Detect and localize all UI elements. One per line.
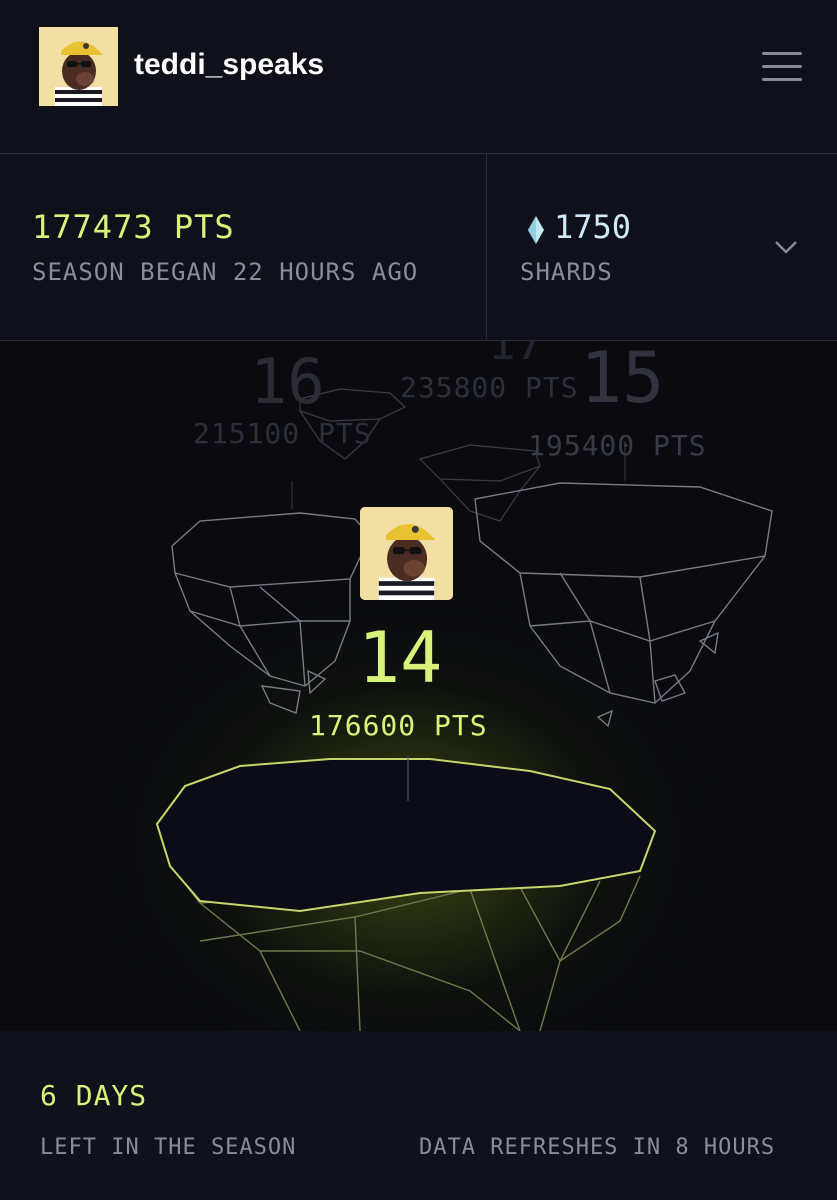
total-points: 177473 PTS <box>32 208 235 246</box>
chevron-down-icon[interactable] <box>772 236 800 258</box>
data-refresh-label: DATA REFRESHES IN 8 HOURS <box>419 1135 776 1160</box>
rank-17-points: 235800 PTS <box>400 371 579 404</box>
rank-15-points: 195400 PTS <box>528 429 707 462</box>
hamburger-menu-icon[interactable] <box>760 50 804 84</box>
days-left: 6 DAYS <box>40 1079 148 1112</box>
shards-label: SHARDS <box>520 258 613 286</box>
header-bar: teddi_speaks <box>0 0 837 154</box>
bear-avatar[interactable] <box>39 27 118 106</box>
rank-15: 15 <box>580 341 665 419</box>
rank-16: 16 <box>250 345 325 418</box>
stats-panel: 177473 PTS SEASON BEGAN 22 HOURS AGO 175… <box>0 154 837 341</box>
stats-divider <box>486 154 487 340</box>
leaderboard-scene: 17 235800 PTS 16 215100 PTS 15 195400 PT… <box>0 341 837 1031</box>
rank-16-points: 215100 PTS <box>193 417 372 450</box>
left-in-season-label: LEFT IN THE SEASON <box>40 1135 297 1160</box>
current-rank: 14 <box>358 617 443 699</box>
season-began-label: SEASON BEGAN 22 HOURS AGO <box>32 258 419 286</box>
username: teddi_speaks <box>134 48 325 81</box>
current-rank-points: 176600 PTS <box>309 709 488 742</box>
player-avatar[interactable] <box>360 507 453 600</box>
rank-17: 17 <box>488 341 544 370</box>
diamond-shard-icon <box>528 216 544 244</box>
season-footer: 6 DAYS LEFT IN THE SEASON DATA REFRESHES… <box>0 1031 837 1200</box>
shards-value: 1750 <box>554 208 632 246</box>
